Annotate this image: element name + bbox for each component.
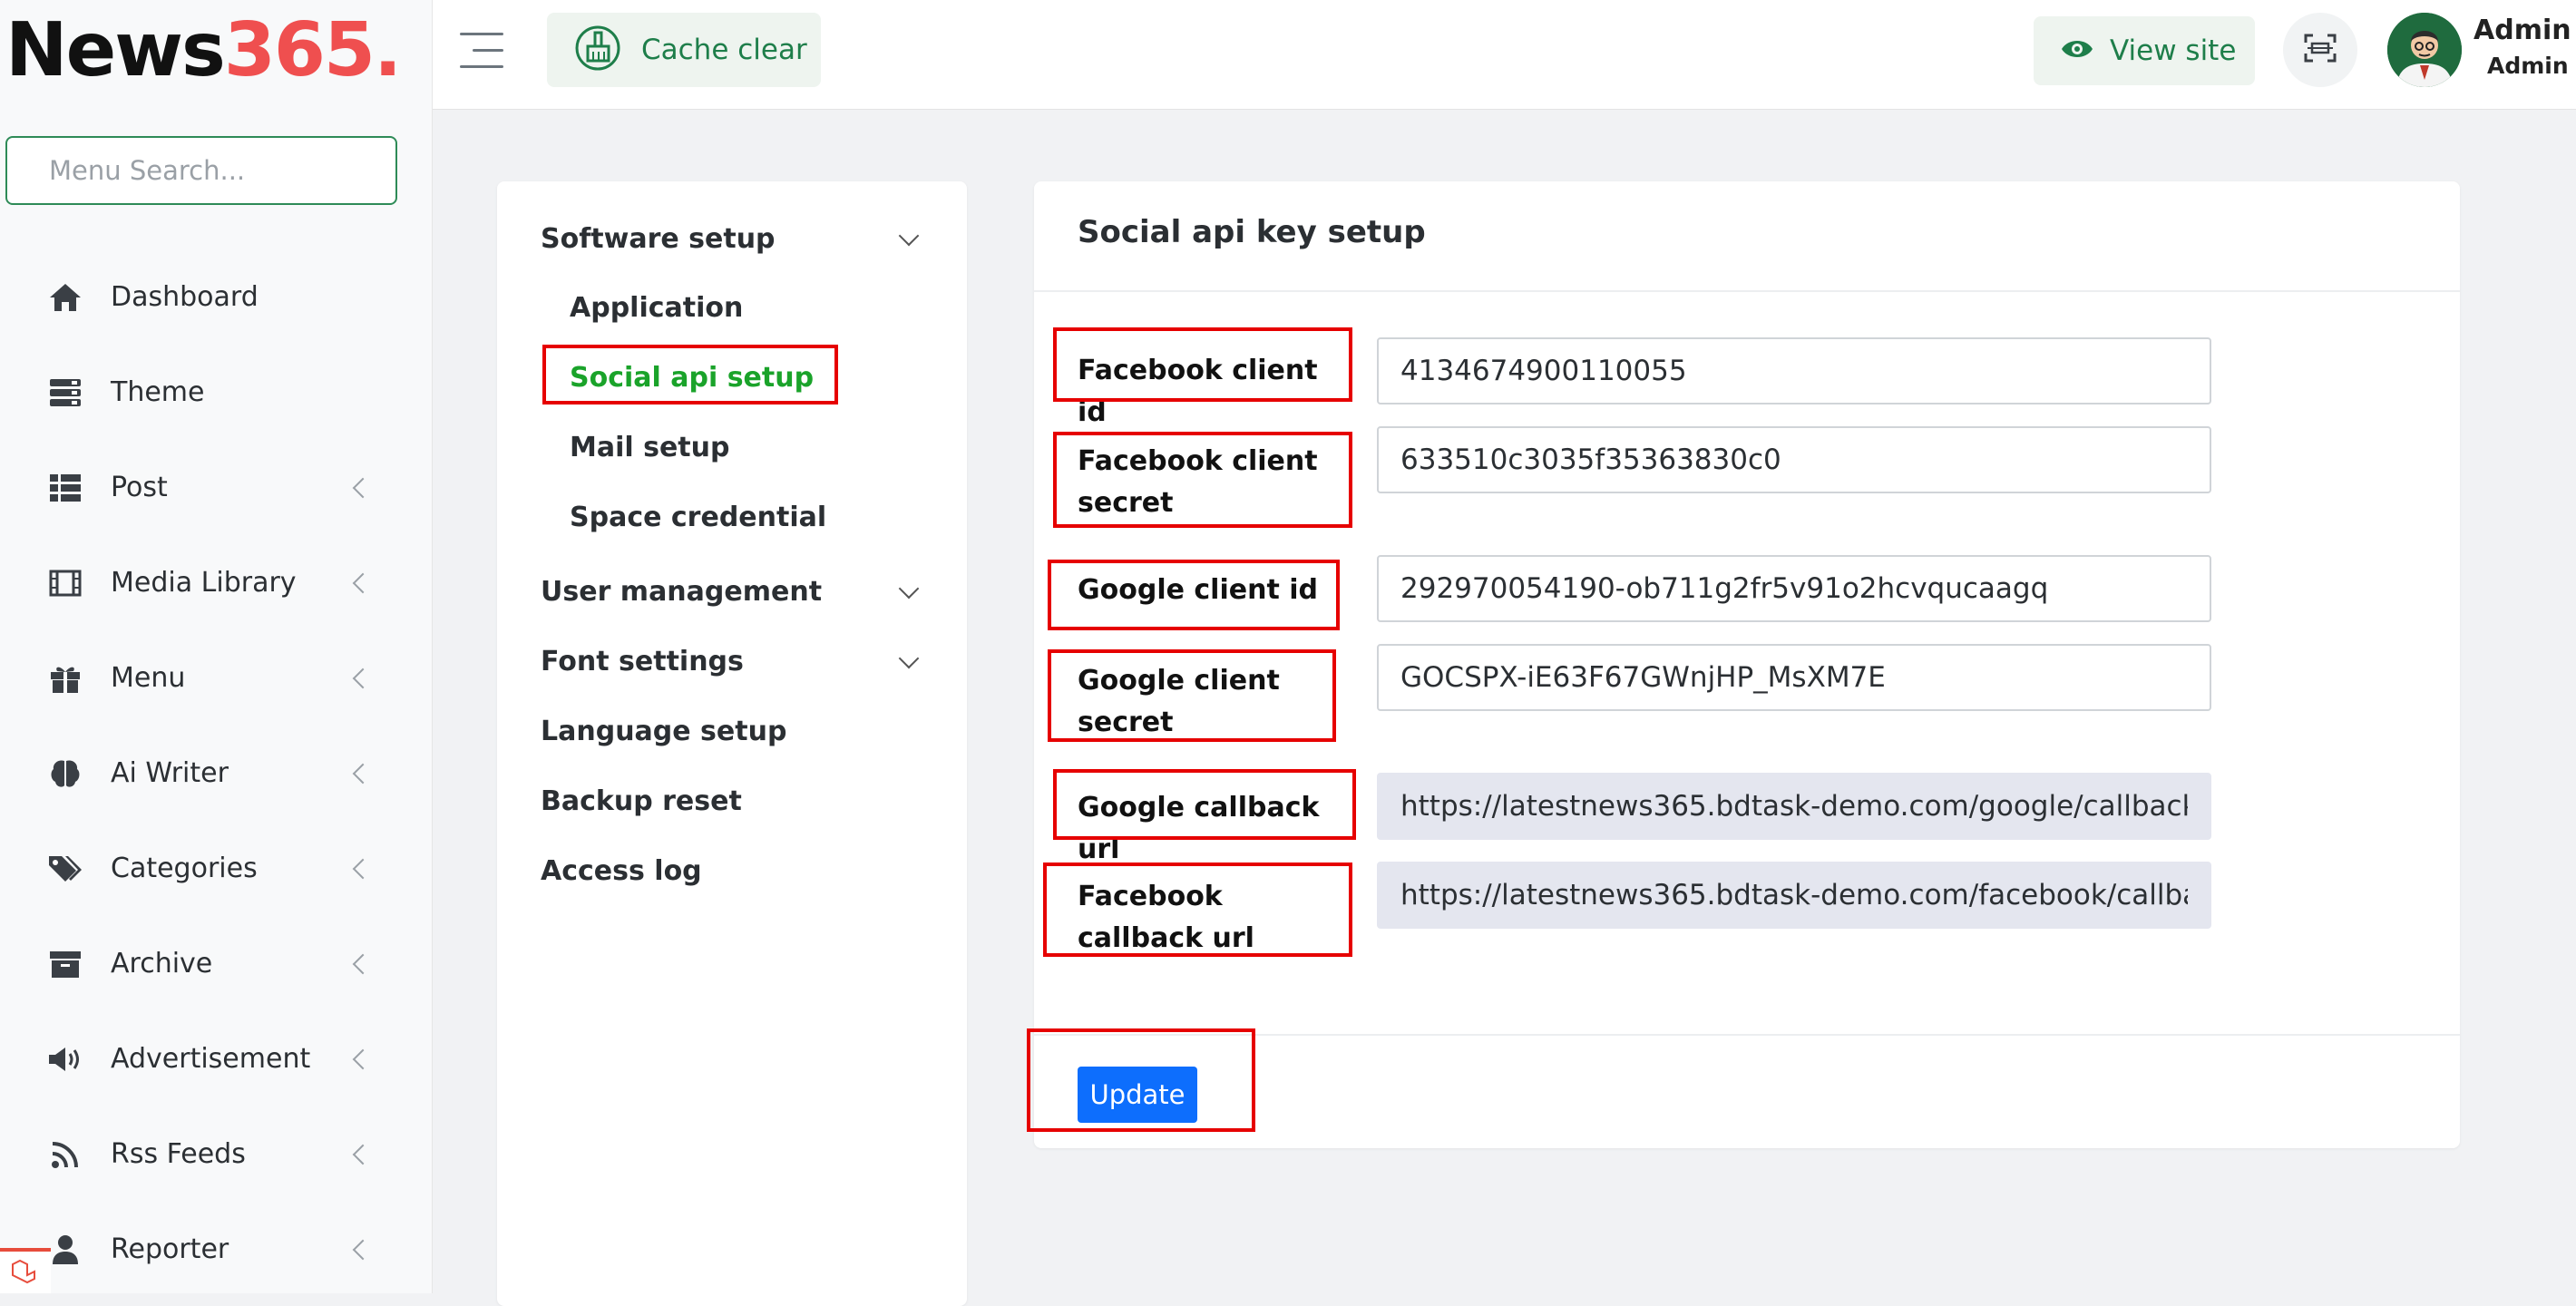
avatar[interactable] [2387,13,2462,87]
sidebar-item-reporter[interactable]: Reporter [0,1202,432,1293]
broom-icon [574,24,621,75]
chevron-down-icon[interactable] [898,225,920,247]
sidebar: News365. Dashboard Theme Post M [0,0,433,1293]
hamburger-menu-icon[interactable] [460,33,503,69]
sidebar-item-label: Media Library [111,567,297,599]
settings-item-software-setup[interactable]: Software setup [541,223,776,255]
sidebar-item-label: Menu [111,662,186,694]
list-icon [47,470,83,506]
sidebar-item-label: Reporter [111,1233,229,1265]
menu-search-input[interactable] [5,136,397,205]
sidebar-item-dashboard[interactable]: Dashboard [0,249,432,345]
sidebar-item-label: Rss Feeds [111,1138,246,1170]
google-callback-url-input[interactable] [1377,773,2211,840]
social-api-form-card: Social api key setup Facebook client id … [1027,181,2460,1148]
laravel-debug-icon[interactable] [0,1248,51,1293]
settings-item-application[interactable]: Application [570,292,743,324]
view-site-button[interactable]: View site [2034,16,2255,85]
facebook-callback-url-input[interactable] [1377,862,2211,929]
megaphone-icon [47,1041,83,1077]
chevron-left-icon [352,668,374,688]
sidebar-item-label: Ai Writer [111,757,229,789]
chevron-down-icon[interactable] [898,648,920,669]
sidebar-item-rss-feeds[interactable]: Rss Feeds [0,1106,432,1202]
settings-item-user-management[interactable]: User management [541,576,822,608]
gift-icon [47,660,83,697]
brand-name-main: News [5,7,226,93]
top-bar: Cache clear View site Admin Admin [433,0,2576,110]
settings-menu-card: Software setup Application Social api se… [497,181,967,1306]
sidebar-item-label: Post [111,472,168,503]
chevron-left-icon [352,858,374,879]
facebook-callback-url-label: Facebook callback url [1078,881,1254,954]
home-icon [47,279,83,316]
chevron-left-icon [352,953,374,974]
chevron-left-icon [352,1144,374,1165]
fullscreen-button[interactable] [2283,13,2357,87]
rss-icon [47,1136,83,1173]
facebook-client-secret-label: Facebook client secret [1078,445,1318,519]
sidebar-item-post[interactable]: Post [0,440,432,535]
sidebar-nav: Dashboard Theme Post Media Library Menu … [0,249,432,1293]
sidebar-item-label: Dashboard [111,281,259,313]
chevron-down-icon[interactable] [898,578,920,599]
settings-item-font-settings[interactable]: Font settings [541,646,744,677]
brand-logo[interactable]: News365. [5,5,402,96]
brand-name-accent: 365. [223,7,402,93]
page-title: Social api key setup [1078,214,1426,250]
facebook-client-secret-input[interactable] [1377,426,2211,493]
sidebar-item-archive[interactable]: Archive [0,916,432,1011]
film-icon [47,565,83,601]
brain-icon [47,755,83,792]
chevron-left-icon [352,1239,374,1260]
settings-item-mail-setup[interactable]: Mail setup [570,432,729,463]
google-callback-url-label: Google callback url [1078,792,1320,865]
chevron-left-icon [352,763,374,784]
cache-clear-label: Cache clear [641,34,807,66]
theme-icon [47,375,83,411]
sidebar-item-theme[interactable]: Theme [0,345,432,440]
settings-item-backup-reset[interactable]: Backup reset [541,785,742,817]
chevron-left-icon [352,1048,374,1069]
sidebar-item-label: Categories [111,853,258,884]
footer-divider [1034,1034,2460,1036]
tags-icon [47,851,83,887]
user-icon [47,1232,83,1268]
sidebar-item-advertisement[interactable]: Advertisement [0,1011,432,1106]
settings-item-access-log[interactable]: Access log [541,855,702,887]
facebook-client-id-input[interactable] [1377,337,2211,404]
update-button[interactable]: Update [1078,1067,1197,1123]
sidebar-item-label: Archive [111,948,213,980]
settings-item-language-setup[interactable]: Language setup [541,716,786,747]
chevron-left-icon [352,477,374,498]
user-name[interactable]: Admin [2474,15,2571,46]
sidebar-item-label: Theme [111,376,205,408]
google-client-secret-input[interactable] [1377,644,2211,711]
sidebar-item-media-library[interactable]: Media Library [0,535,432,630]
sidebar-item-ai-writer[interactable]: Ai Writer [0,726,432,821]
eye-icon [2061,38,2093,63]
user-role: Admin [2487,53,2569,79]
facebook-client-id-label: Facebook client id [1078,355,1318,428]
fullscreen-icon [2304,34,2337,66]
google-client-id-input[interactable] [1377,555,2211,622]
cache-clear-button[interactable]: Cache clear [547,13,821,87]
archive-icon [47,946,83,982]
header-divider [1034,290,2460,292]
view-site-label: View site [2110,34,2237,67]
google-client-id-label: Google client id [1078,574,1318,606]
sidebar-item-label: Advertisement [111,1043,311,1075]
settings-item-social-api-setup[interactable]: Social api setup [570,362,814,394]
google-client-secret-label: Google client secret [1078,665,1280,738]
settings-item-space-credential[interactable]: Space credential [570,502,826,533]
sidebar-item-categories[interactable]: Categories [0,821,432,916]
chevron-left-icon [352,572,374,593]
sidebar-item-menu[interactable]: Menu [0,630,432,726]
